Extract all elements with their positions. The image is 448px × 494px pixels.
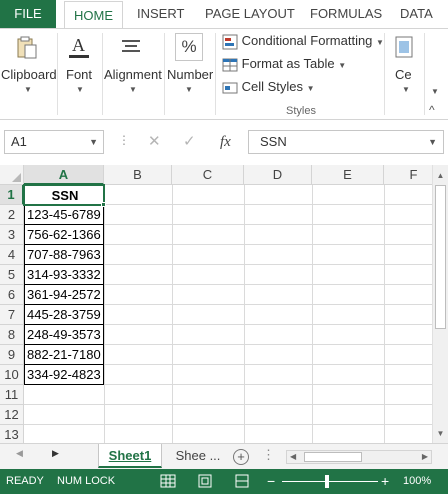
chevron-down-icon: ▼: [428, 137, 437, 147]
alignment-label: Alignment: [104, 67, 162, 82]
formula-input[interactable]: SSN ▼: [248, 130, 444, 154]
chevron-down-icon: ▼: [129, 85, 137, 94]
vertical-scrollbar[interactable]: ▲ ▼: [432, 165, 448, 443]
clipboard-group[interactable]: Clipboard ▼: [0, 29, 57, 119]
chevron-down-icon: ▼: [306, 84, 315, 93]
enter-icon[interactable]: ✓: [183, 130, 196, 154]
tab-file[interactable]: FILE: [0, 0, 56, 28]
scroll-down-icon[interactable]: ▼: [433, 427, 448, 441]
horizontal-scrollbar[interactable]: ◀ ▶: [286, 450, 432, 464]
styles-group: Conditional Formatting ▼ Format as Table…: [216, 29, 384, 119]
zoom-out-icon[interactable]: −: [267, 469, 275, 494]
page-break-view-icon[interactable]: [234, 474, 250, 488]
divider: [384, 33, 385, 115]
chevron-down-icon: ▼: [76, 85, 84, 94]
chevron-down-icon: ▼: [89, 137, 98, 147]
percent-icon: %: [175, 33, 203, 61]
cell-a1[interactable]: SSN: [24, 185, 104, 205]
tab-home[interactable]: HOME: [64, 1, 123, 29]
paste-icon: [17, 36, 37, 59]
tab-page-layout[interactable]: PAGE LAYOUT: [205, 0, 295, 28]
cell-a4[interactable]: 707-88-7963: [24, 245, 104, 265]
number-group[interactable]: % Number ▼: [165, 29, 215, 119]
cells-group[interactable]: Ce ▼: [386, 29, 422, 119]
name-box-value: A1: [11, 134, 27, 149]
name-box[interactable]: A1 ▼: [4, 130, 104, 154]
svg-text:A: A: [72, 35, 85, 55]
scroll-up-icon[interactable]: ▲: [433, 169, 448, 183]
conditional-formatting-button[interactable]: Conditional Formatting ▼: [222, 31, 384, 51]
status-mode: READY: [6, 475, 44, 487]
cell-a9[interactable]: 882-21-7180: [24, 345, 104, 365]
chevron-down-icon: ▼: [376, 38, 384, 47]
chevron-down-icon: ▼: [338, 61, 347, 70]
font-label: Font: [66, 67, 93, 82]
next-sheet-icon[interactable]: ▶: [52, 448, 59, 459]
status-num-lock: NUM LOCK: [57, 475, 116, 487]
chevron-down-icon: ▼: [185, 85, 193, 94]
zoom-level[interactable]: 100%: [403, 469, 431, 494]
cell-styles-icon: [222, 82, 238, 94]
format-as-table-label: Format as Table: [241, 56, 335, 71]
divider: [424, 33, 425, 115]
ribbon-tabs: FILE HOME INSERT PAGE LAYOUT FORMULAS DA…: [0, 0, 448, 29]
sheet-tab-other[interactable]: Shee ...: [166, 444, 230, 468]
tab-split-grip-icon[interactable]: ⋮: [262, 447, 275, 463]
prev-sheet-icon[interactable]: ◀: [16, 448, 23, 459]
zoom-slider[interactable]: [282, 481, 378, 482]
formula-bar: A1 ▼ ⋮ ✕ ✓ fx SSN ▼: [0, 124, 448, 160]
normal-view-icon[interactable]: [160, 474, 176, 488]
formula-bar-grip-icon: ⋮: [118, 133, 130, 147]
cell-a6[interactable]: 361-94-2572: [24, 285, 104, 305]
cells-label: Ce: [395, 67, 412, 82]
excel-window: FILE HOME INSERT PAGE LAYOUT FORMULAS DA…: [0, 0, 448, 494]
chevron-down-icon: ▼: [24, 85, 32, 94]
ribbon-home: Clipboard ▼ A Font ▼ Alignment ▼ % Numbe…: [0, 28, 448, 120]
sheet-tab-sheet1[interactable]: Sheet1: [98, 444, 162, 468]
ribbon-scroll-down-icon[interactable]: ▼: [431, 87, 439, 96]
cancel-icon[interactable]: ✕: [148, 130, 161, 154]
cell-a7[interactable]: 445-28-3759: [24, 305, 104, 325]
format-as-table-icon: [222, 58, 238, 72]
cell-a5[interactable]: 314-93-3332: [24, 265, 104, 285]
formula-content: SSN: [260, 134, 287, 149]
cells-icon: [395, 36, 413, 58]
conditional-formatting-icon: [222, 34, 238, 50]
clipboard-label: Clipboard: [1, 67, 57, 82]
chevron-down-icon: ▼: [402, 85, 410, 94]
tab-insert[interactable]: INSERT: [137, 0, 184, 28]
page-layout-view-icon[interactable]: [197, 474, 213, 488]
insert-function-icon[interactable]: fx: [220, 130, 231, 154]
cell-styles-label: Cell Styles: [241, 79, 304, 94]
styles-caption: Styles: [286, 105, 316, 117]
formula-actions: ✕ ✓ fx: [136, 130, 246, 154]
cell-a2[interactable]: 123-45-6789: [24, 205, 104, 225]
alignment-group[interactable]: Alignment ▼: [103, 29, 163, 119]
font-color-icon: A: [69, 35, 89, 58]
conditional-formatting-label: Conditional Formatting: [241, 33, 373, 48]
worksheet-grid: A B C D E F 1 2 3 4 5 6 7 8 9 10 11 12 1…: [0, 165, 432, 443]
add-sheet-icon[interactable]: +: [233, 449, 249, 465]
cell-a3[interactable]: 756-62-1366: [24, 225, 104, 245]
align-icon: [122, 40, 140, 52]
cell-a10[interactable]: 334-92-4823: [24, 365, 104, 385]
fill-handle[interactable]: [101, 202, 106, 207]
tab-data[interactable]: DATA: [400, 0, 433, 28]
cell-styles-button[interactable]: Cell Styles ▼: [222, 77, 315, 97]
zoom-in-icon[interactable]: +: [381, 469, 389, 494]
vertical-scroll-thumb[interactable]: [435, 185, 446, 329]
scroll-left-icon[interactable]: ◀: [290, 451, 296, 463]
format-as-table-button[interactable]: Format as Table ▼: [222, 54, 346, 74]
font-group[interactable]: A Font ▼: [58, 29, 102, 119]
tab-formulas[interactable]: FORMULAS: [310, 0, 382, 28]
horizontal-scroll-thumb[interactable]: [304, 452, 362, 462]
scroll-right-icon[interactable]: ▶: [422, 451, 428, 463]
number-label: Number: [167, 67, 214, 82]
sheet-tab-bar: ◀ ▶ Sheet1 Shee ... + ⋮ ◀ ▶: [0, 443, 448, 469]
collapse-ribbon-icon[interactable]: ^: [429, 103, 435, 117]
status-bar: READY NUM LOCK − + 100%: [0, 469, 448, 494]
zoom-slider-thumb[interactable]: [325, 475, 329, 488]
cell-a8[interactable]: 248-49-3573: [24, 325, 104, 345]
